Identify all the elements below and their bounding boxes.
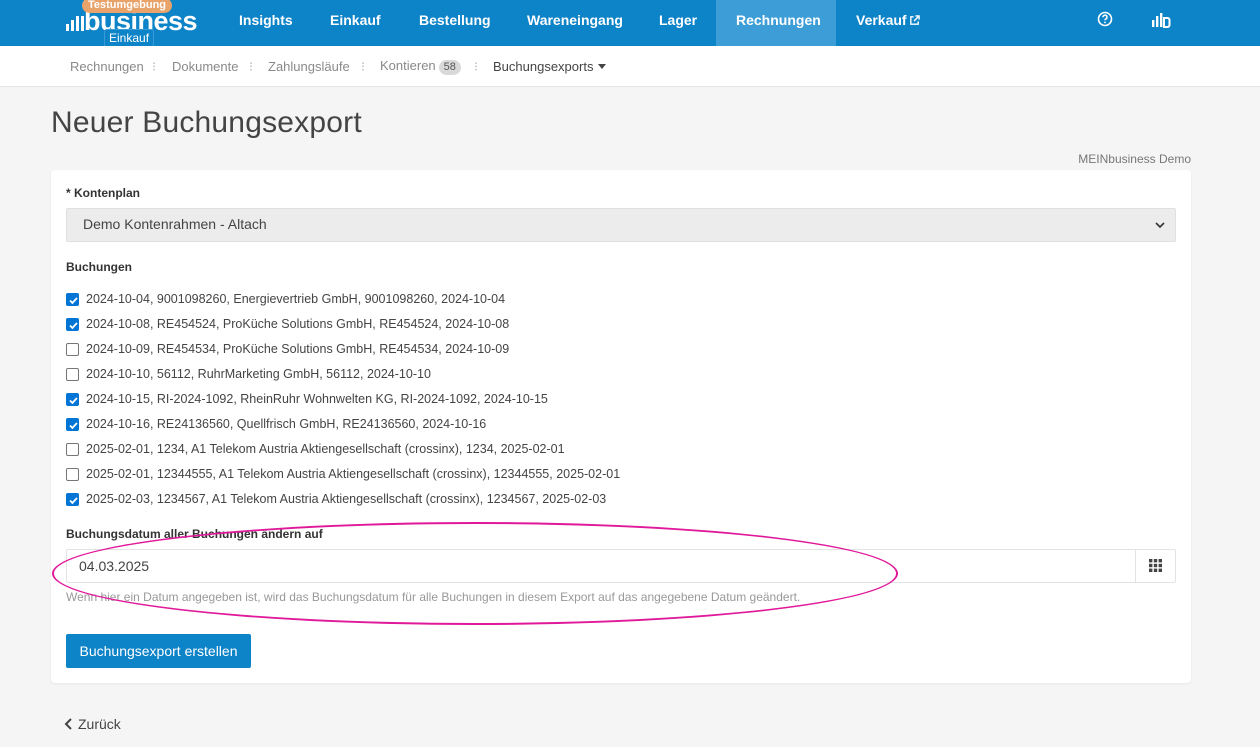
buchung-label: 2024-10-10, 56112, RuhrMarketing GmbH, 5…: [86, 367, 431, 381]
checkbox-unchecked[interactable]: [66, 467, 79, 481]
nav-wareneingang[interactable]: Wareneingang: [507, 0, 643, 46]
buchungsdatum-value: 04.03.2025: [79, 558, 150, 574]
back-link-label: Zurück: [78, 716, 121, 732]
caret-down-icon: [598, 64, 607, 69]
buchung-row[interactable]: 2025-02-01, 12344555, A1 Telekom Austria…: [66, 464, 620, 484]
nav-verkauf[interactable]: Verkauf: [836, 0, 940, 46]
checkbox-checked[interactable]: [66, 317, 79, 331]
buchung-label: 2025-02-03, 1234567, A1 Telekom Austria …: [86, 492, 607, 506]
buchung-row[interactable]: 2025-02-03, 1234567, A1 Telekom Austria …: [66, 489, 606, 509]
external-link-icon: [909, 15, 920, 25]
tenant-name: MEINbusiness Demo: [1078, 152, 1191, 166]
kontenplan-selected-value: Demo Kontenrahmen - Altach: [83, 216, 267, 232]
checkbox-unchecked[interactable]: [66, 367, 79, 381]
checkbox-checked[interactable]: [66, 392, 79, 406]
subnav-separator: ⁝: [474, 59, 479, 74]
subnav-zahlungslaeufe[interactable]: Zahlungsläufe: [268, 59, 350, 74]
subnav-separator: ⁝: [152, 59, 157, 74]
check-icon: [69, 396, 78, 404]
buchung-label: 2025-02-01, 1234, A1 Telekom Austria Akt…: [86, 442, 565, 456]
buchungsdatum-input[interactable]: 04.03.2025: [66, 549, 1176, 583]
sub-navigation: Rechnungen ⁝ Dokumente ⁝ Zahlungsläufe ⁝…: [0, 46, 1260, 87]
buchung-row[interactable]: 2025-02-01, 1234, A1 Telekom Austria Akt…: [66, 439, 565, 459]
buchung-row[interactable]: 2024-10-04, 9001098260, Energievertrieb …: [66, 289, 505, 309]
chevron-down-icon: [1155, 222, 1165, 229]
subnav-dokumente[interactable]: Dokumente: [172, 59, 238, 74]
nav-einkauf[interactable]: Einkauf: [310, 0, 401, 46]
checkbox-unchecked[interactable]: [66, 442, 79, 456]
page-title: Neuer Buchungsexport: [51, 106, 362, 139]
subnav-buchungsexports[interactable]: Buchungsexports: [493, 59, 607, 74]
buchung-label: 2024-10-15, RI-2024-1092, RheinRuhr Wohn…: [86, 392, 548, 406]
help-icon[interactable]: [1097, 11, 1113, 27]
checkbox-checked[interactable]: [66, 292, 79, 306]
logo-bars-icon: [66, 16, 84, 31]
kontenplan-label: * Kontenplan: [66, 186, 140, 200]
subnav-buchungsexports-label: Buchungsexports: [493, 59, 594, 74]
check-icon: [69, 421, 78, 429]
subnav-kontieren[interactable]: Kontieren 58: [380, 58, 461, 75]
buchungen-label: Buchungen: [66, 260, 132, 274]
nav-bestellung[interactable]: Bestellung: [399, 0, 511, 46]
date-picker-button[interactable]: [1135, 550, 1175, 582]
checkbox-unchecked[interactable]: [66, 342, 79, 356]
kontenplan-select[interactable]: Demo Kontenrahmen - Altach: [66, 208, 1176, 242]
top-navbar: business Testumgebung Einkauf Insights E…: [0, 0, 1260, 47]
check-icon: [69, 296, 78, 304]
buchung-row[interactable]: 2024-10-08, RE454524, ProKüche Solutions…: [66, 314, 509, 334]
checkbox-checked[interactable]: [66, 492, 79, 506]
buchung-label: 2024-10-08, RE454524, ProKüche Solutions…: [86, 317, 510, 331]
grid-calendar-icon: [1149, 559, 1162, 572]
check-icon: [69, 496, 78, 504]
buchung-label: 2025-02-01, 12344555, A1 Telekom Austria…: [86, 467, 621, 481]
buchung-row[interactable]: 2024-10-09, RE454534, ProKüche Solutions…: [66, 339, 509, 359]
buchung-row[interactable]: 2024-10-10, 56112, RuhrMarketing GmbH, 5…: [66, 364, 431, 384]
check-icon: [69, 321, 78, 329]
subnav-rechnungen[interactable]: Rechnungen: [70, 59, 144, 74]
buchung-label: 2024-10-16, RE24136560, Quellfrisch GmbH…: [86, 417, 487, 431]
buchungsdatum-help-text: Wenn hier ein Datum angegeben ist, wird …: [66, 590, 801, 604]
buchung-label: 2024-10-09, RE454534, ProKüche Solutions…: [86, 342, 510, 356]
buchung-row[interactable]: 2024-10-16, RE24136560, Quellfrisch GmbH…: [66, 414, 486, 434]
back-link[interactable]: Zurück: [64, 716, 121, 732]
nav-insights[interactable]: Insights: [219, 0, 313, 46]
nav-verkauf-label: Verkauf: [856, 12, 907, 28]
chevron-left-icon: [64, 718, 72, 730]
environment-badge: Testumgebung: [82, 0, 173, 13]
buchungsdatum-label: Buchungsdatum aller Buchungen ändern auf: [66, 527, 323, 541]
subnav-separator: ⁝: [361, 59, 366, 74]
stats-bars-icon[interactable]: [1151, 12, 1171, 28]
checkbox-checked[interactable]: [66, 417, 79, 431]
subnav-separator: ⁝: [249, 59, 254, 74]
nav-lager[interactable]: Lager: [639, 0, 717, 46]
create-export-button[interactable]: Buchungsexport erstellen: [66, 634, 251, 668]
export-form-card: * Kontenplan Demo Kontenrahmen - Altach …: [51, 170, 1191, 683]
module-label: Einkauf: [104, 29, 155, 47]
kontieren-count-badge: 58: [438, 60, 461, 75]
buchung-row[interactable]: 2024-10-15, RI-2024-1092, RheinRuhr Wohn…: [66, 389, 548, 409]
subnav-kontieren-label: Kontieren: [380, 58, 436, 73]
brand-logo[interactable]: business Testumgebung Einkauf: [64, 0, 198, 47]
buchung-label: 2024-10-04, 9001098260, Energievertrieb …: [86, 292, 506, 306]
nav-rechnungen[interactable]: Rechnungen: [716, 0, 836, 46]
